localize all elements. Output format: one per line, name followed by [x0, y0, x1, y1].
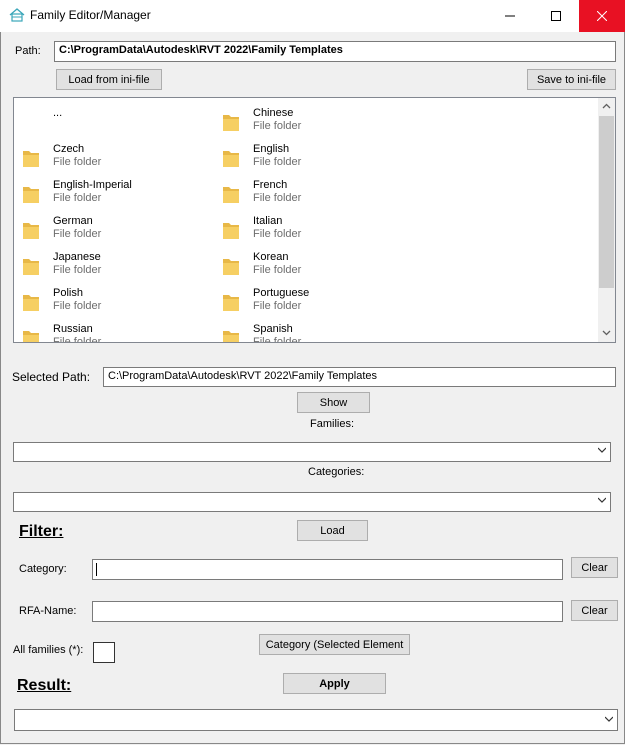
text-cursor — [96, 563, 97, 576]
list-item-name: Chinese — [253, 107, 294, 119]
list-item-name: Japanese — [53, 251, 101, 263]
folder-icon — [23, 151, 39, 167]
clear-rfa-button[interactable]: Clear — [571, 600, 618, 621]
list-item-type: File folder — [253, 264, 302, 276]
list-item-name: Spanish — [253, 323, 293, 335]
list-item-type: File folder — [253, 336, 302, 343]
list-item-name: English-Imperial — [53, 179, 132, 191]
category-selected-element-button[interactable]: Category (Selected Element — [259, 634, 410, 655]
result-heading: Result: — [17, 677, 72, 694]
all-families-checkbox[interactable] — [93, 642, 115, 663]
chevron-down-icon — [598, 447, 606, 453]
list-item-name: German — [53, 215, 93, 227]
folder-icon — [223, 115, 239, 131]
list-item-name: Russian — [53, 323, 93, 335]
list-item-type: File folder — [253, 228, 302, 240]
filter-heading: Filter: — [19, 523, 64, 540]
folder-icon — [223, 259, 239, 275]
chevron-down-icon — [598, 497, 606, 503]
list-item[interactable]: English File folder — [214, 138, 404, 172]
chevron-down-icon — [605, 716, 613, 722]
list-item[interactable]: French File folder — [214, 174, 404, 208]
list-item-type: File folder — [53, 300, 102, 312]
scroll-up-icon[interactable] — [602, 102, 611, 111]
list-item-name: English — [253, 143, 290, 155]
list-item-name: Korean — [253, 251, 289, 263]
folder-icon — [23, 331, 39, 342]
folder-icon — [23, 187, 39, 203]
categories-label: Categories: — [308, 466, 365, 478]
close-button[interactable] — [579, 0, 625, 32]
result-combo[interactable] — [14, 709, 618, 731]
folder-list[interactable]: ... Chinese File folder Czech File folder Eng… — [13, 97, 616, 343]
selected-path-input[interactable]: C:\ProgramData\Autodesk\RVT 2022\Family … — [103, 367, 616, 387]
list-scrollbar[interactable] — [598, 98, 615, 342]
category-label: Category: — [19, 563, 67, 575]
families-combo[interactable] — [13, 442, 611, 462]
path-input[interactable]: C:\ProgramData\Autodesk\RVT 2022\Family … — [54, 41, 616, 62]
list-item-type: File folder — [253, 120, 302, 132]
families-label: Families: — [310, 418, 355, 430]
list-item[interactable]: English-Imperial File folder — [14, 174, 204, 208]
categories-combo[interactable] — [13, 492, 611, 512]
list-item-type: File folder — [53, 264, 102, 276]
list-item-name: Portuguese — [253, 287, 310, 299]
list-item-name: Czech — [53, 143, 85, 155]
clear-category-button[interactable]: Clear — [571, 557, 618, 578]
load-button[interactable]: Load — [297, 520, 368, 541]
maximize-button[interactable] — [533, 0, 579, 32]
category-filter-input[interactable] — [92, 559, 563, 580]
list-item-name: Polish — [53, 287, 83, 299]
list-item-name: Italian — [253, 215, 283, 227]
minimize-icon — [505, 15, 515, 17]
list-item[interactable]: ... — [14, 102, 204, 136]
maximize-icon — [551, 11, 561, 21]
folder-icon — [23, 223, 39, 239]
list-item-type: File folder — [253, 156, 302, 168]
all-families-label: All families (*): — [13, 644, 84, 656]
window-title: Family Editor/Manager — [30, 8, 151, 22]
list-item-type: File folder — [53, 336, 102, 343]
save-to-ini-button[interactable]: Save to ini-file — [527, 69, 616, 90]
scroll-thumb[interactable] — [599, 116, 614, 288]
rfa-name-label: RFA-Name: — [19, 605, 77, 617]
list-item-type: File folder — [53, 228, 102, 240]
folder-icon — [223, 295, 239, 311]
list-item[interactable]: Italian File folder — [214, 210, 404, 244]
list-item[interactable]: Korean File folder — [214, 246, 404, 280]
folder-icon — [223, 187, 239, 203]
show-button[interactable]: Show — [297, 392, 370, 413]
folder-icon — [223, 223, 239, 239]
list-item[interactable]: German File folder — [14, 210, 204, 244]
selected-path-label: Selected Path: — [12, 370, 91, 384]
list-item-type: File folder — [253, 192, 302, 204]
folder-icon — [23, 295, 39, 311]
rfa-name-input[interactable] — [92, 601, 563, 622]
list-item-type: File folder — [53, 192, 102, 204]
load-from-ini-button[interactable]: Load from ini-file — [56, 69, 162, 90]
list-item[interactable]: Polish File folder — [14, 282, 204, 316]
scroll-down-icon[interactable] — [602, 328, 611, 337]
path-label: Path: — [15, 45, 41, 57]
list-item[interactable]: Russian File folder — [14, 318, 204, 343]
apply-button[interactable]: Apply — [283, 673, 386, 694]
list-item-type: File folder — [53, 156, 102, 168]
folder-icon — [23, 259, 39, 275]
list-item[interactable]: Czech File folder — [14, 138, 204, 172]
list-item-name: ... — [53, 107, 63, 119]
minimize-button[interactable] — [487, 0, 533, 32]
app-icon — [9, 8, 25, 22]
list-item[interactable]: Spanish File folder — [214, 318, 404, 343]
list-item[interactable]: Portuguese File folder — [214, 282, 404, 316]
list-item[interactable]: Japanese File folder — [14, 246, 204, 280]
close-icon — [597, 11, 607, 21]
folder-icon — [223, 151, 239, 167]
list-item-name: French — [253, 179, 288, 191]
list-item[interactable]: Chinese File folder — [214, 102, 404, 136]
folder-icon — [223, 331, 239, 342]
list-item-type: File folder — [253, 300, 302, 312]
